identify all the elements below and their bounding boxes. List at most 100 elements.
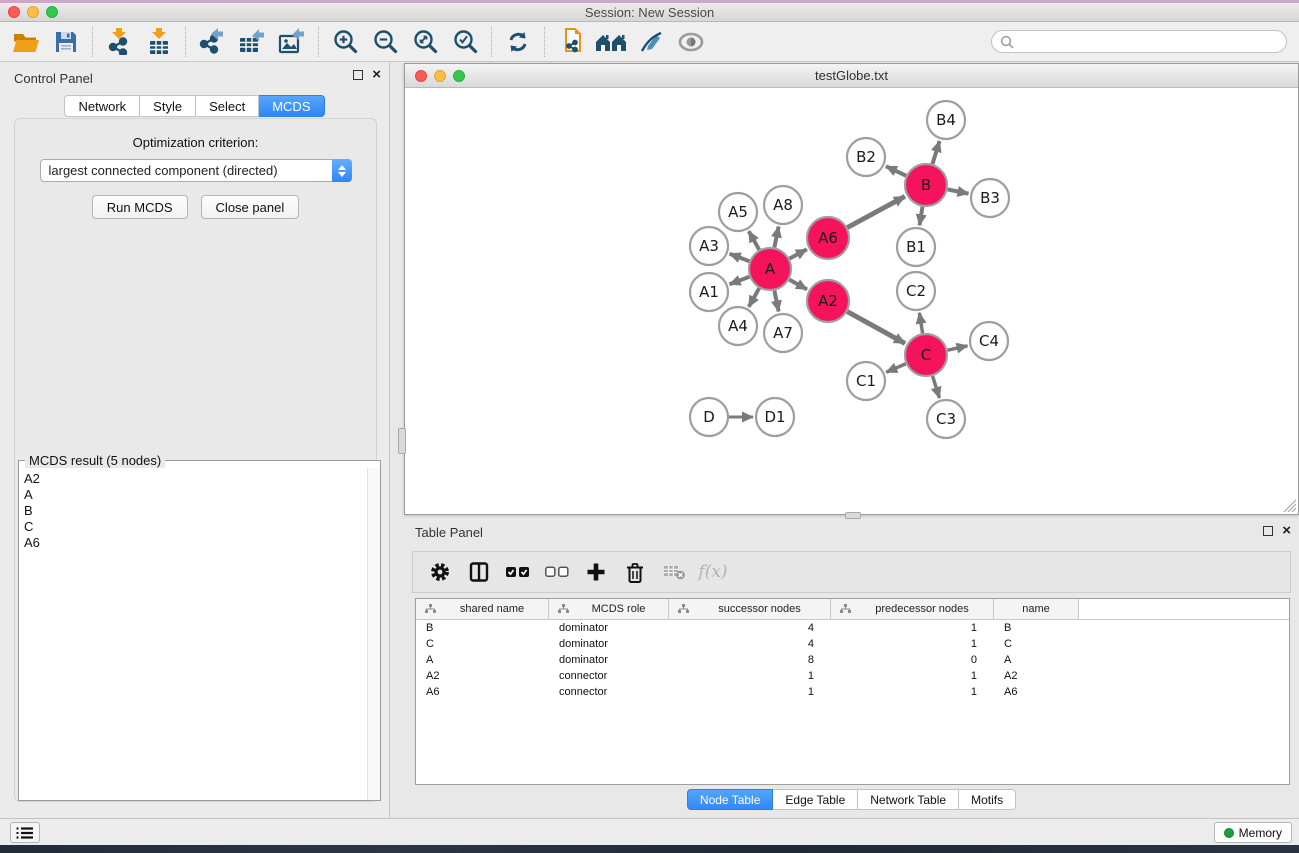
graph-node-D[interactable]: D [690,398,728,436]
search-input[interactable] [1014,34,1278,50]
tab-motifs[interactable]: Motifs [959,789,1016,810]
minimize-window-button[interactable] [27,6,39,18]
network-from-selection-button[interactable] [551,25,591,59]
export-table-button[interactable] [232,25,272,59]
splitter-grip[interactable] [398,428,406,454]
result-item[interactable]: A [24,487,362,503]
search-field[interactable] [991,30,1287,53]
graph-node-B[interactable]: B [905,164,947,206]
float-panel-icon[interactable] [1263,526,1273,536]
optimization-select[interactable]: largest connected component (directed) [40,159,352,182]
graph-node-A8[interactable]: A8 [764,186,802,224]
maximize-window-button[interactable] [46,6,58,18]
tab-network-table[interactable]: Network Table [858,789,959,810]
close-window-button[interactable] [8,6,20,18]
deselect-all-button[interactable] [542,556,572,588]
graph-node-C1[interactable]: C1 [847,362,885,400]
table-row[interactable]: Cdominator41C [416,636,1289,652]
column-header[interactable]: name [994,599,1079,619]
close-panel-icon[interactable]: × [1282,526,1291,536]
zoom-fit-button[interactable] [405,25,445,59]
graph-node-B2[interactable]: B2 [847,138,885,176]
network-window-titlebar[interactable]: testGlobe.txt [405,64,1298,88]
save-session-button[interactable] [46,25,86,59]
graph-node-B1[interactable]: B1 [897,228,935,266]
result-scrollbar[interactable] [367,468,380,800]
graph-edge-C-C4[interactable] [947,346,967,350]
network-maximize-button[interactable] [453,70,465,82]
graph-node-A7[interactable]: A7 [764,314,802,352]
tab-node-table[interactable]: Node Table [687,789,774,810]
graph-node-A5[interactable]: A5 [719,193,757,231]
graph-node-D1[interactable]: D1 [756,398,794,436]
graph-edge-A6-B[interactable] [847,196,905,227]
table-row[interactable]: Bdominator41B [416,620,1289,636]
graph-node-B4[interactable]: B4 [927,101,965,139]
table-settings-button[interactable] [425,556,455,588]
graph-node-A6[interactable]: A6 [807,217,849,259]
graph-edge-A-A3[interactable] [730,254,750,261]
tab-style[interactable]: Style [140,95,196,117]
export-image-button[interactable] [272,25,312,59]
result-item[interactable]: A2 [24,471,362,487]
table-row[interactable]: A6connector11A6 [416,684,1289,700]
show-columns-button[interactable] [464,556,494,588]
graph-edge-C-C3[interactable] [933,376,940,398]
graph-edge-B-B1[interactable] [920,207,923,226]
graph-node-A1[interactable]: A1 [690,273,728,311]
show-hide-button[interactable] [671,25,711,59]
result-item[interactable]: A6 [24,535,362,551]
run-mcds-button[interactable]: Run MCDS [92,195,188,219]
network-close-button[interactable] [415,70,427,82]
graph-edge-A2-C[interactable] [847,312,905,344]
graph-edge-B-B3[interactable] [948,189,969,193]
task-history-button[interactable] [10,822,40,843]
tab-network[interactable]: Network [64,95,140,117]
table-row[interactable]: A2connector11A2 [416,668,1289,684]
tab-mcds[interactable]: MCDS [259,95,324,117]
resize-grip-icon[interactable] [1280,496,1296,512]
graph-node-B3[interactable]: B3 [971,179,1009,217]
graph-node-A[interactable]: A [749,248,791,290]
tab-edge-table[interactable]: Edge Table [773,789,858,810]
import-table-button[interactable] [139,25,179,59]
float-panel-icon[interactable] [353,70,363,80]
graph-edge-A-A8[interactable] [774,227,778,248]
select-all-button[interactable] [503,556,533,588]
graph-edge-A-A6[interactable] [789,249,806,258]
delete-column-button[interactable] [620,556,650,588]
close-panel-icon[interactable]: × [372,70,381,80]
graph-node-C2[interactable]: C2 [897,272,935,310]
zoom-in-button[interactable] [325,25,365,59]
hide-edit-button[interactable] [631,25,671,59]
table-row[interactable]: Adominator80A [416,652,1289,668]
tab-select[interactable]: Select [196,95,259,117]
column-header[interactable]: successor nodes [669,599,831,619]
network-minimize-button[interactable] [434,70,446,82]
zoom-selected-button[interactable] [445,25,485,59]
result-item[interactable]: C [24,519,362,535]
graph-edge-A-A1[interactable] [730,277,750,284]
add-column-button[interactable] [581,556,611,588]
graph-node-A4[interactable]: A4 [719,307,757,345]
import-network-button[interactable] [99,25,139,59]
network-canvas[interactable]: B4B2BB3A8A5A6A3B1AC2A1A2A4A7C4CC1DD1C3 [405,88,1298,514]
graph-node-C4[interactable]: C4 [970,322,1008,360]
graph-edge-C-C2[interactable] [919,313,922,334]
column-header[interactable]: MCDS role [549,599,669,619]
graph-node-C3[interactable]: C3 [927,400,965,438]
result-item[interactable]: B [24,503,362,519]
graph-edge-A-A4[interactable] [749,288,759,307]
graph-edge-C-C1[interactable] [886,364,906,373]
graph-node-A3[interactable]: A3 [690,227,728,265]
column-header[interactable]: predecessor nodes [831,599,994,619]
export-network-button[interactable] [192,25,232,59]
graph-edge-A-A2[interactable] [789,280,807,290]
graph-edge-B-B4[interactable] [932,141,939,164]
first-neighbors-button[interactable] [591,25,631,59]
refresh-button[interactable] [498,25,538,59]
graph-edge-A-A5[interactable] [749,231,759,250]
graph-node-C[interactable]: C [905,334,947,376]
close-panel-button[interactable]: Close panel [201,195,300,219]
column-header[interactable]: shared name [416,599,549,619]
